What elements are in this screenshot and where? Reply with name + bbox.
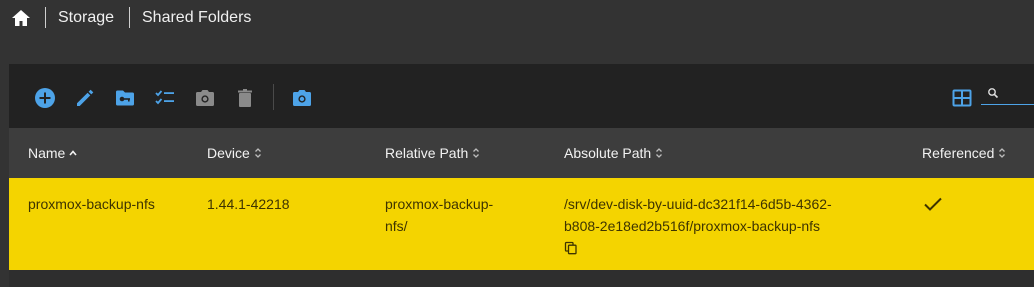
sort-icon (656, 148, 663, 158)
column-header-label: Name (28, 145, 66, 161)
absolute-path-line: b808-2e18ed2b516f/proxmox-backup-nfs (564, 218, 821, 234)
checklist-icon[interactable] (153, 86, 177, 110)
column-header-label: Absolute Path (564, 145, 652, 161)
home-icon[interactable] (11, 9, 31, 27)
delete-icon[interactable] (233, 86, 257, 110)
edit-icon[interactable] (73, 86, 97, 110)
breadcrumb-separator (45, 7, 46, 28)
column-header-relative-path[interactable]: Relative Path (385, 145, 480, 161)
snapshot-camera-icon[interactable] (290, 86, 314, 110)
absolute-path-line: /srv/dev-disk-by-uuid-dc321f14-6d5b-4362… (564, 196, 832, 212)
cell-relative-path: proxmox-backup- nfs/ (385, 193, 493, 237)
breadcrumb-separator (129, 7, 130, 28)
camera-icon[interactable] (193, 86, 217, 110)
grid-view-icon[interactable] (950, 86, 974, 110)
sort-icon (473, 148, 480, 158)
table-header: Name Device Relative Path Absolute Path … (9, 128, 1034, 178)
cell-name: proxmox-backup-nfs (28, 196, 155, 212)
folder-key-icon[interactable] (113, 86, 137, 110)
cell-device: 1.44.1-42218 (207, 196, 290, 212)
column-header-name[interactable]: Name (28, 145, 77, 161)
column-header-device[interactable]: Device (207, 145, 262, 161)
relative-path-line: nfs/ (385, 218, 408, 234)
search-icon (988, 88, 999, 99)
column-header-label: Referenced (922, 145, 995, 161)
shared-folders-panel: Name Device Relative Path Absolute Path … (9, 64, 1034, 287)
toolbar-separator (273, 84, 274, 110)
column-header-label: Relative Path (385, 145, 469, 161)
relative-path-line: proxmox-backup- (385, 196, 494, 212)
table-empty-area (9, 270, 1034, 287)
cell-absolute-path: /srv/dev-disk-by-uuid-dc321f14-6d5b-4362… (564, 193, 832, 237)
check-icon (924, 197, 942, 211)
toolbar (9, 64, 1034, 128)
add-icon[interactable] (33, 86, 57, 110)
column-header-label: Device (207, 145, 250, 161)
sort-icon (254, 148, 261, 158)
sort-icon (999, 148, 1006, 158)
search-input[interactable] (1003, 85, 1034, 103)
breadcrumb: Storage Shared Folders (0, 0, 1034, 36)
breadcrumb-item-storage[interactable]: Storage (58, 8, 114, 28)
copy-icon[interactable] (564, 241, 578, 255)
search-box[interactable] (981, 85, 1034, 105)
table-row[interactable]: proxmox-backup-nfs 1.44.1-42218 proxmox-… (9, 178, 1034, 270)
breadcrumb-item-shared-folders: Shared Folders (142, 9, 252, 26)
sort-ascending-icon (69, 150, 77, 156)
column-header-absolute-path[interactable]: Absolute Path (564, 145, 663, 161)
column-header-referenced[interactable]: Referenced (922, 145, 1006, 161)
